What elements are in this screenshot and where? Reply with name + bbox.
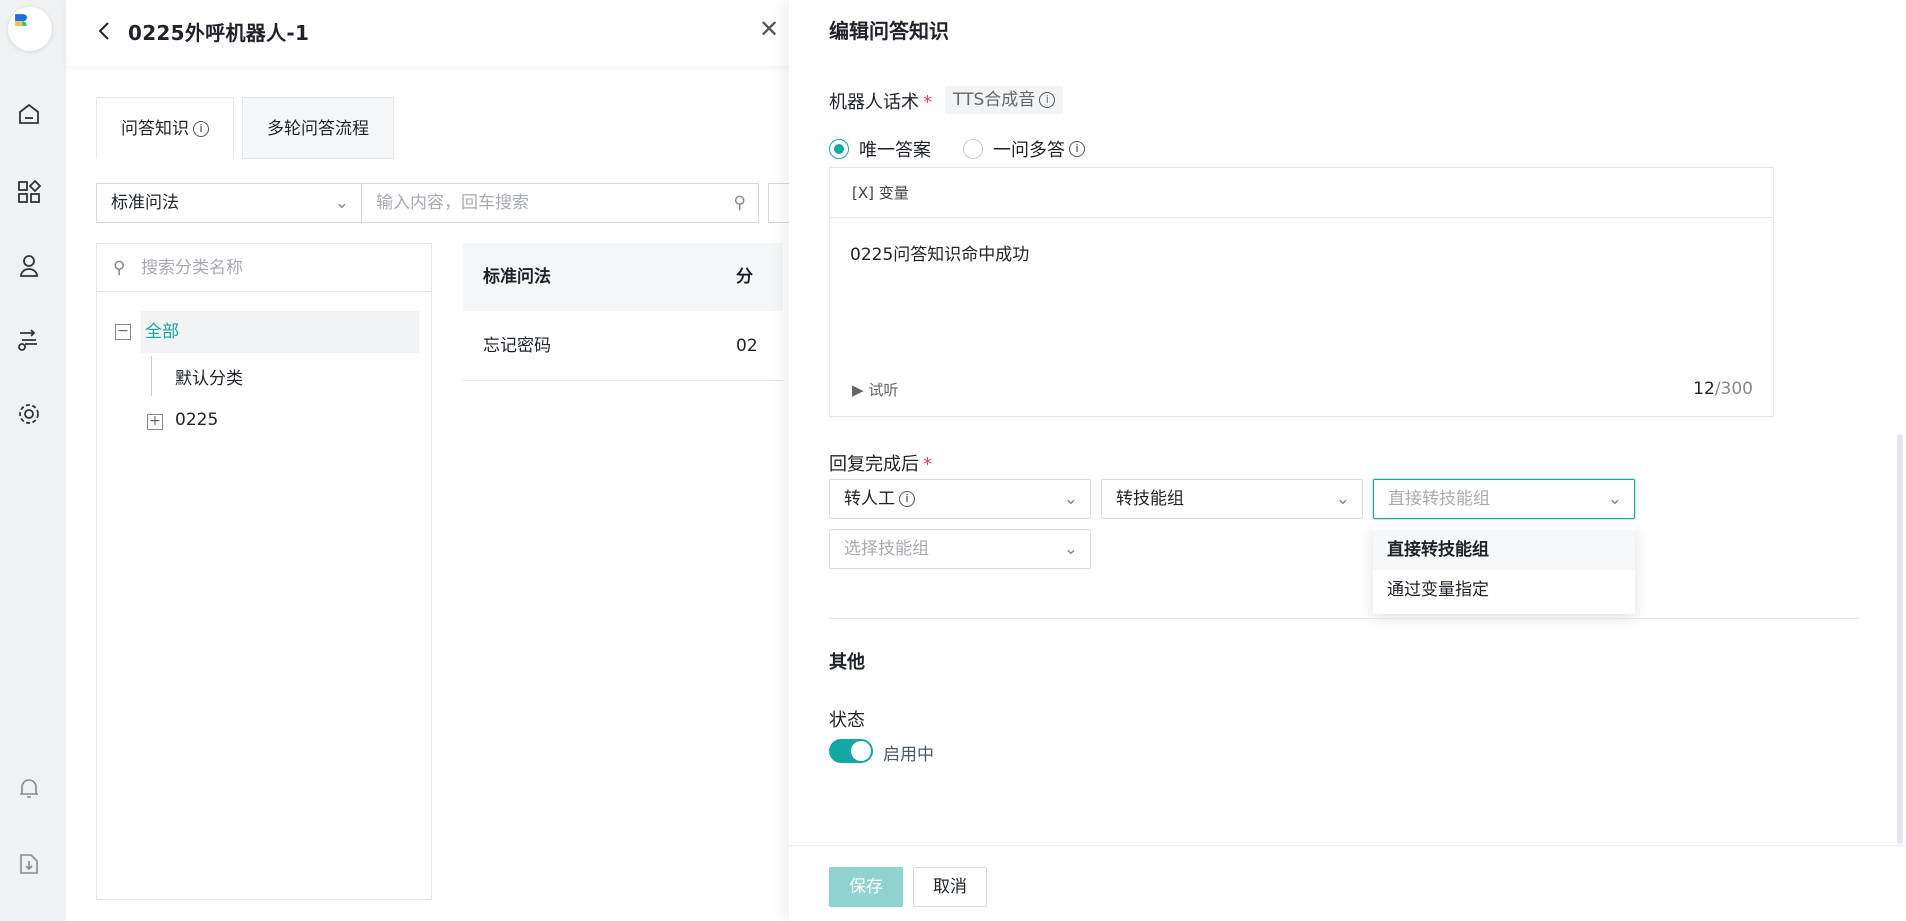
select-placeholder: 直接转技能组: [1388, 489, 1490, 509]
home-icon[interactable]: [15, 100, 43, 128]
search-placeholder: 输入内容，回车搜索: [376, 193, 529, 213]
bell-icon[interactable]: [15, 774, 43, 802]
info-icon[interactable]: i: [193, 121, 209, 137]
column-header: 标准问法: [483, 267, 551, 287]
tab-qa-knowledge[interactable]: 问答知识 i: [96, 97, 234, 159]
table-row[interactable]: 忘记密码 02: [463, 311, 783, 381]
status-toggle[interactable]: [829, 739, 873, 763]
counter-current: 12: [1693, 379, 1715, 399]
robot-speech-label: 机器人话术 *: [829, 88, 932, 114]
close-icon[interactable]: ✕: [754, 15, 784, 45]
back-arrow-icon[interactable]: [94, 18, 116, 44]
drawer-scrollbar[interactable]: [1897, 434, 1903, 844]
radio-label: 唯一答案: [859, 140, 931, 161]
char-counter: 12/300: [1693, 379, 1753, 399]
tab-bar: 问答知识 i 多轮问答流程: [96, 97, 402, 159]
radio-label: 一问多答: [993, 140, 1065, 161]
preview-listen-button[interactable]: ▶ 试听: [852, 379, 898, 400]
table-cell: 02: [736, 336, 758, 356]
select-value: 转人工: [844, 489, 895, 509]
other-section-title: 其他: [829, 652, 865, 673]
tts-tag: TTS合成音 i: [945, 86, 1064, 114]
play-icon: ▶: [852, 381, 864, 399]
collapse-icon[interactable]: −: [115, 324, 131, 340]
user-icon[interactable]: [15, 252, 43, 280]
tab-multi-turn-flow[interactable]: 多轮问答流程: [242, 97, 394, 159]
dropdown-option-variable[interactable]: 通过变量指定: [1373, 570, 1635, 610]
status-text: 启用中: [883, 745, 934, 765]
search-type-value: 标准问法: [111, 193, 179, 213]
cancel-button[interactable]: 取消: [913, 867, 987, 907]
tab-label: 问答知识: [121, 119, 189, 139]
tree-node-default[interactable]: 默认分类: [175, 364, 243, 389]
app-logo[interactable]: [8, 7, 52, 51]
info-icon[interactable]: i: [899, 491, 915, 507]
download-icon[interactable]: [15, 850, 43, 878]
chevron-down-icon: ⌄: [1607, 489, 1622, 509]
search-icon: ⚲: [113, 258, 126, 278]
drawer-footer: 保存 取消: [789, 845, 1906, 921]
search-icon: ⚲: [733, 193, 746, 213]
table-cell: 忘记密码: [483, 336, 551, 356]
nav-rail: [0, 0, 66, 921]
label-text: 回复完成后: [829, 454, 919, 475]
search-type-select[interactable]: 标准问法 ⌄: [96, 183, 362, 223]
chevron-down-icon: ⌄: [1335, 489, 1350, 509]
radio-dot: [829, 139, 849, 159]
select-placeholder: 选择技能组: [844, 539, 929, 559]
skill-group-select[interactable]: 选择技能组 ⌄: [829, 529, 1091, 569]
label-text: 机器人话术: [829, 92, 919, 113]
section-divider: [829, 618, 1859, 619]
category-tree: ⚲ 搜索分类名称 − 全部 默认分类 + 0225: [96, 243, 432, 900]
settings-icon[interactable]: [15, 400, 43, 428]
transfer-mode-select[interactable]: 直接转技能组 ⌄: [1373, 479, 1635, 519]
chevron-down-icon: ⌄: [1063, 489, 1078, 509]
tree-node-0225[interactable]: 0225: [175, 410, 218, 430]
column-header: 分: [736, 267, 753, 287]
status-label: 状态: [829, 710, 865, 731]
table-header: 标准问法 分: [463, 243, 783, 311]
apps-icon[interactable]: [15, 178, 43, 206]
after-reply-label: 回复完成后 *: [829, 450, 932, 476]
expand-icon[interactable]: +: [147, 414, 163, 430]
required-mark: *: [923, 454, 932, 475]
transfer-mode-dropdown: 直接转技能组 通过变量指定: [1373, 526, 1635, 614]
required-mark: *: [923, 92, 932, 113]
info-icon[interactable]: i: [1039, 92, 1056, 108]
info-icon[interactable]: i: [1069, 141, 1085, 157]
tts-label: TTS合成音: [953, 90, 1036, 110]
variable-button[interactable]: [X] 变量: [830, 168, 1773, 218]
select-value: 转技能组: [1116, 489, 1184, 509]
transfer-target-select[interactable]: 转技能组 ⌄: [1101, 479, 1363, 519]
tab-label: 多轮问答流程: [267, 119, 369, 139]
qa-table: 标准问法 分 忘记密码 02: [463, 243, 783, 381]
chevron-down-icon: ⌄: [334, 193, 349, 213]
listen-label: 试听: [868, 381, 899, 399]
flow-icon[interactable]: [15, 326, 43, 354]
speech-editor[interactable]: [X] 变量 0225问答知识命中成功 ▶ 试听 12/300: [829, 167, 1774, 417]
edit-drawer: 编辑问答知识 机器人话术 * TTS合成音 i 唯一答案 一问多答 i [X] 变量 …: [789, 0, 1906, 921]
speech-content[interactable]: 0225问答知识命中成功: [850, 240, 1029, 265]
drawer-title: 编辑问答知识: [829, 19, 949, 43]
radio-unique-answer[interactable]: 唯一答案: [829, 136, 931, 162]
page-title: 0225外呼机器人-1: [128, 21, 310, 45]
tree-node-all[interactable]: 全部: [141, 311, 419, 353]
chevron-down-icon: ⌄: [1063, 539, 1078, 559]
radio-multi-answer[interactable]: 一问多答 i: [963, 136, 1085, 162]
tree-branch-line: [151, 356, 152, 396]
after-reply-action-select[interactable]: 转人工 i ⌄: [829, 479, 1091, 519]
radio-dot: [963, 139, 983, 159]
counter-max: /300: [1714, 379, 1753, 399]
category-search-placeholder: 搜索分类名称: [141, 258, 243, 278]
dropdown-option-direct[interactable]: 直接转技能组: [1373, 530, 1635, 570]
save-button[interactable]: 保存: [829, 867, 903, 907]
search-input[interactable]: 输入内容，回车搜索 ⚲: [361, 183, 759, 223]
category-search-input[interactable]: ⚲ 搜索分类名称: [97, 244, 431, 292]
